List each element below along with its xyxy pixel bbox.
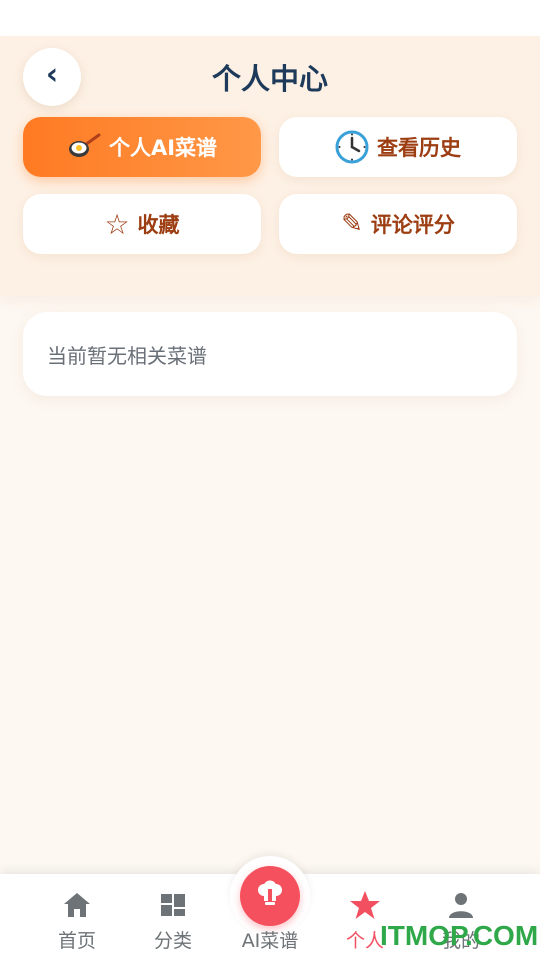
reviews-button[interactable]: ✎ 评论评分 (279, 194, 517, 254)
tab-category-label: 分类 (153, 930, 192, 952)
watermark: ITMOP.COM (380, 920, 539, 951)
ai-recipes-button[interactable]: 个人AI菜谱 (23, 117, 261, 177)
tab-category[interactable]: 分类 (128, 890, 218, 953)
history-label: 查看历史 (377, 136, 461, 160)
pencil-icon: ✎ (341, 209, 363, 239)
empty-state-message: 当前暂无相关菜谱 (47, 343, 207, 368)
page-title: 个人中心 (211, 62, 328, 96)
history-button[interactable]: 查看历史 (279, 117, 517, 177)
frying-pan-icon (67, 133, 101, 161)
empty-state-card: 当前暂无相关菜谱 (23, 312, 517, 396)
clock-icon (335, 130, 369, 164)
favorites-label: 收藏 (137, 213, 180, 237)
status-bar (0, 0, 540, 36)
grid-icon (128, 890, 218, 920)
chef-icon (255, 879, 285, 913)
tab-ai-recipes[interactable] (240, 866, 300, 926)
tab-home-label: 首页 (57, 930, 96, 952)
ai-recipes-label: 个人AI菜谱 (108, 136, 218, 160)
star-outline-icon: ☆ (104, 207, 130, 241)
star-icon (320, 890, 410, 920)
home-icon (32, 890, 122, 920)
tab-home[interactable]: 首页 (32, 890, 122, 953)
favorites-button[interactable]: ☆ 收藏 (23, 194, 261, 254)
reviews-label: 评论评分 (370, 213, 455, 237)
tab-ai-recipes-label: AI菜谱 (241, 930, 299, 952)
user-icon (416, 890, 506, 920)
